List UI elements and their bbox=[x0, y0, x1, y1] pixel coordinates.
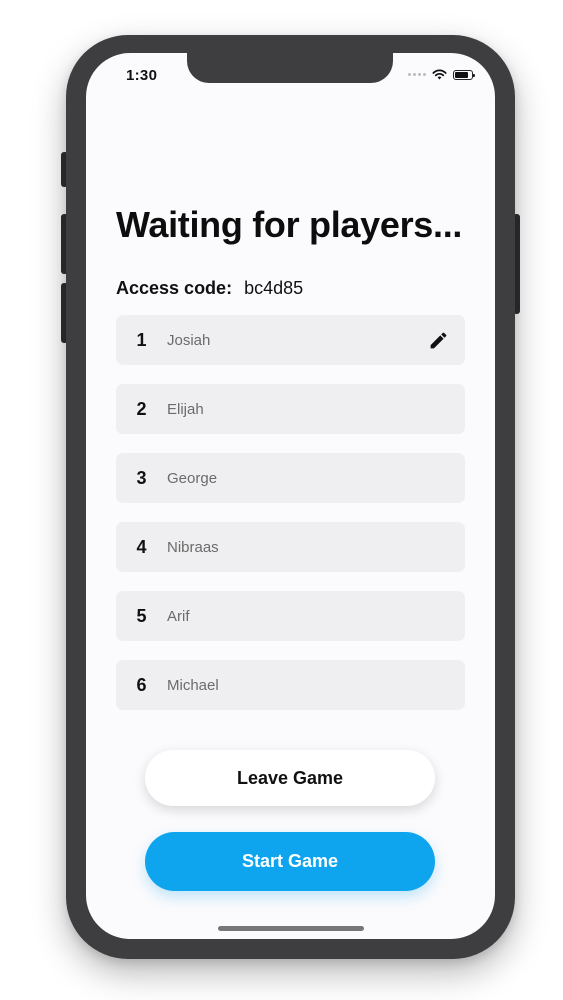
player-row: 5 Arif bbox=[116, 591, 465, 641]
access-code-label: Access code: bbox=[116, 278, 233, 298]
access-code: Access code: bc4d85 bbox=[116, 278, 303, 299]
access-code-value: bc4d85 bbox=[244, 278, 304, 298]
player-list: 1 Josiah 2 Elijah 3 George 4 Nibraas 5 A… bbox=[116, 315, 465, 729]
battery-icon bbox=[453, 69, 475, 80]
player-row: 4 Nibraas bbox=[116, 522, 465, 572]
player-name: Arif bbox=[167, 607, 190, 625]
player-name: Nibraas bbox=[167, 538, 219, 556]
player-number: 1 bbox=[136, 329, 147, 350]
app-screen: 1:30 Waiting for players... Access code:… bbox=[86, 53, 495, 939]
player-number: 3 bbox=[136, 467, 147, 488]
home-indicator[interactable] bbox=[218, 926, 364, 931]
status-time: 1:30 bbox=[126, 67, 158, 84]
wifi-icon bbox=[432, 69, 447, 80]
player-number: 6 bbox=[136, 674, 147, 695]
cellular-signal-icon bbox=[408, 73, 426, 76]
status-indicators bbox=[408, 69, 475, 80]
player-number: 4 bbox=[136, 536, 147, 557]
player-row: 3 George bbox=[116, 453, 465, 503]
player-row: 2 Elijah bbox=[116, 384, 465, 434]
player-row: 1 Josiah bbox=[116, 315, 465, 365]
pencil-icon[interactable] bbox=[428, 330, 449, 351]
page-title: Waiting for players... bbox=[116, 204, 463, 245]
notch bbox=[187, 53, 393, 83]
player-name: Elijah bbox=[167, 400, 204, 418]
start-game-button[interactable]: Start Game bbox=[145, 832, 435, 891]
player-name: George bbox=[167, 469, 218, 487]
player-number: 2 bbox=[136, 398, 147, 419]
player-name: Michael bbox=[167, 676, 219, 694]
leave-game-button[interactable]: Leave Game bbox=[145, 750, 435, 806]
player-name: Josiah bbox=[167, 331, 211, 349]
player-number: 5 bbox=[136, 605, 147, 626]
player-row: 6 Michael bbox=[116, 660, 465, 710]
